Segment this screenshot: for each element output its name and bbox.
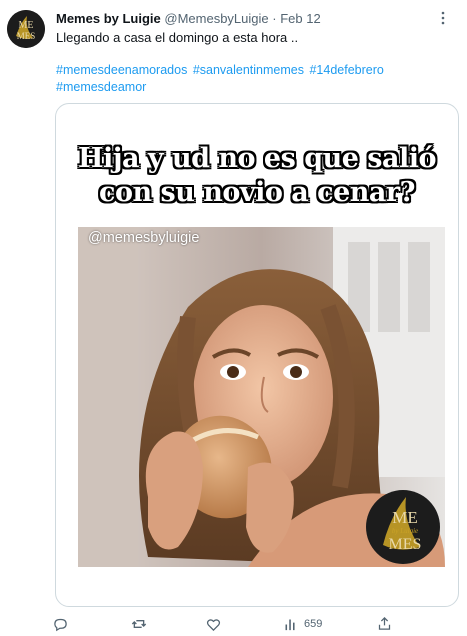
post-date[interactable]: Feb 12 <box>280 11 320 26</box>
hashtag-link[interactable]: #memesdeenamorados <box>56 63 187 77</box>
tweet[interactable]: ME MES Memes by Luigie @MemesbyLuigie · … <box>0 0 467 636</box>
hashtags: #memesdeenamorados #sanvalentinmemes #14… <box>56 62 451 96</box>
tweet-header: Memes by Luigie @MemesbyLuigie · Feb 12 <box>56 10 436 28</box>
hashtag-link[interactable]: #memesdeamor <box>56 80 146 94</box>
hashtag-link[interactable]: #14defebrero <box>309 63 383 77</box>
retweet-button[interactable] <box>131 614 147 634</box>
meme-caption: Hija y ud no es que salió con su novio a… <box>56 142 458 210</box>
action-bar: 659 <box>50 614 460 634</box>
views-count: 659 <box>304 618 323 630</box>
svg-text:MES: MES <box>17 31 36 41</box>
media-card[interactable]: Hija y ud no es que salió con su novio a… <box>55 103 459 607</box>
like-icon <box>206 619 221 632</box>
logo-text: MES <box>389 536 422 553</box>
memes-logo-icon: ME MES <box>7 10 45 48</box>
svg-text:ME: ME <box>19 20 34 31</box>
meme-caption-line: Hija y ud no es que salió <box>77 143 437 174</box>
logo-script: by Luigie <box>392 527 418 535</box>
separator-dot: · <box>272 11 277 26</box>
share-button[interactable] <box>377 614 392 634</box>
watermark: @memesbyluigie <box>88 230 200 246</box>
like-button[interactable] <box>206 614 221 634</box>
share-icon <box>378 616 391 630</box>
reply-button[interactable] <box>53 614 68 634</box>
hashtag-link[interactable]: #sanvalentinmemes <box>193 63 304 77</box>
views-icon <box>285 619 295 631</box>
retweet-icon <box>131 620 147 628</box>
more-dots-icon <box>441 11 445 25</box>
logo-text: ME <box>392 508 418 527</box>
meme-photo[interactable]: ME by Luigie MES @memesbyluigie <box>78 227 445 567</box>
views-button[interactable]: 659 <box>283 614 322 634</box>
meme-photo-illustration: ME by Luigie MES <box>78 227 445 567</box>
author-handle[interactable]: @MemesbyLuigie <box>164 11 268 26</box>
reply-icon <box>54 618 67 632</box>
avatar[interactable]: ME MES <box>7 10 45 48</box>
tweet-text: Llegando a casa el domingo a esta hora .… <box>56 30 299 45</box>
meme-caption-line: con su novio a cenar? <box>99 177 415 208</box>
author-name[interactable]: Memes by Luigie <box>56 11 161 26</box>
more-options-button[interactable] <box>433 8 453 28</box>
